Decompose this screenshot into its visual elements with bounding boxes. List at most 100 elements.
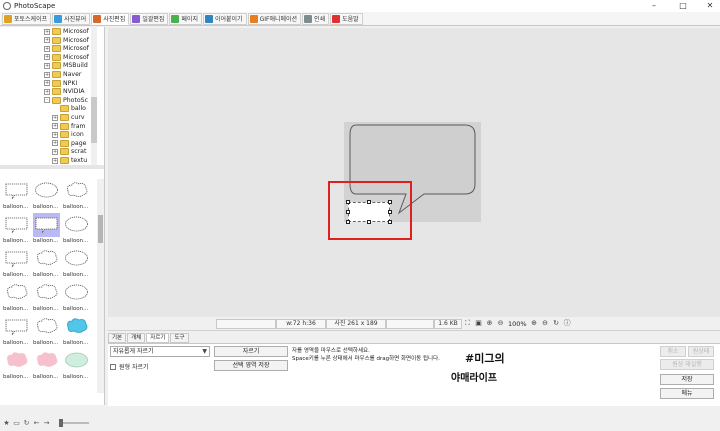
tree-scrollbar-thumb[interactable] (91, 97, 97, 143)
tool-tab[interactable]: 기본 (108, 333, 127, 343)
round-crop-option[interactable]: 원형 자르기 (110, 362, 149, 371)
editing-canvas[interactable] (108, 28, 720, 317)
balloon-shape (5, 183, 28, 200)
tab-6[interactable]: GIF애니메이션 (247, 12, 302, 25)
balloon-thumbnail[interactable]: balloon... (33, 247, 61, 282)
zoom-in-icon[interactable]: ⊕ (530, 319, 539, 328)
balloon-thumbnail[interactable]: balloon... (3, 247, 31, 282)
star-icon[interactable]: ★ (3, 419, 10, 427)
expand-icon[interactable]: + (44, 88, 50, 95)
main-tab-bar: 포토스케이프 사진뷰어 사진편집 일괄편집 페이지 이어붙이기 GIF애니메이션 인쇄 도움말 (0, 12, 720, 26)
balloon-thumbnail[interactable]: balloon... (3, 179, 31, 214)
balloon-thumbnail[interactable]: balloon... (33, 281, 61, 316)
balloon-thumbnail[interactable]: balloon... (63, 349, 91, 384)
tree-scrollbar[interactable] (91, 27, 97, 165)
tree-item[interactable]: + textu (52, 156, 87, 165)
tab-8[interactable]: 도움말 (330, 12, 363, 25)
balloon-thumbnail[interactable]: balloon... (33, 349, 61, 384)
panel-splitter[interactable] (0, 165, 104, 169)
expand-icon[interactable]: + (44, 54, 50, 61)
balloon-thumbnail[interactable]: balloon... (3, 281, 31, 316)
maximize-button[interactable]: □ (673, 0, 693, 12)
thumbnail-label: balloon... (63, 374, 89, 380)
tool-tab[interactable]: 도구 (170, 333, 189, 343)
zoom-out-icon[interactable]: ⊖ (496, 319, 505, 328)
balloon-thumbnail[interactable]: balloon... (63, 315, 91, 350)
tool-tab[interactable]: 자르기 (146, 333, 170, 343)
tab-icon (304, 14, 313, 23)
tab-label: 사진편집 (103, 16, 126, 23)
tab-1[interactable]: 사진뷰어 (52, 12, 91, 25)
balloon-thumbnail[interactable]: balloon... (3, 213, 31, 248)
expand-icon[interactable]: + (44, 37, 50, 44)
expand-icon[interactable]: + (44, 45, 50, 52)
expand-icon[interactable]: + (44, 71, 50, 78)
expand-icon[interactable]: + (44, 62, 50, 69)
balloon-shape (37, 352, 58, 367)
save-selection-button[interactable]: 선택 영역 저장 (214, 360, 288, 371)
undo-button[interactable]: 취소 (660, 346, 686, 357)
forward-arrow-icon[interactable]: → (43, 419, 50, 427)
minimize-button[interactable]: – (644, 0, 664, 12)
crop-mode-select[interactable]: 자유롭게 자르기 ▼ (110, 346, 210, 357)
thumbnail-size-slider[interactable] (59, 419, 89, 427)
tab-0[interactable]: 포토스케이프 (2, 12, 52, 25)
info-icon[interactable]: ⓘ (563, 319, 572, 328)
undo-all-button[interactable]: 원상태 (688, 346, 714, 357)
balloon-thumbnail[interactable]: balloon... (63, 179, 91, 214)
slider-knob[interactable] (59, 419, 63, 427)
tab-icon (204, 14, 213, 23)
balloon-thumbnail[interactable]: balloon... (33, 179, 61, 214)
help-line-1: 자를 영역을 마우스로 선택하세요. (292, 348, 370, 354)
balloon-preview (7, 284, 28, 299)
zoom-out-small-icon[interactable]: ⊖ (541, 319, 550, 328)
expand-icon[interactable]: + (52, 140, 58, 147)
thumbnail-image (63, 281, 90, 305)
expand-icon[interactable]: + (52, 157, 58, 164)
tool-tab[interactable]: 개체 (127, 333, 146, 343)
balloon-preview (65, 284, 88, 300)
balloon-thumbnail[interactable]: balloon... (3, 349, 31, 384)
redo-button[interactable]: 원상 재실행 (660, 359, 714, 370)
back-arrow-icon[interactable]: ← (33, 419, 40, 427)
balloon-thumbnail[interactable]: balloon... (63, 247, 91, 282)
expand-icon[interactable]: + (52, 123, 58, 130)
tab-3[interactable]: 일괄편집 (130, 12, 169, 25)
menu-button[interactable]: 메뉴 (660, 388, 714, 399)
expand-icon[interactable]: + (52, 131, 58, 138)
balloon-preview (37, 352, 58, 367)
collapse-icon[interactable]: - (44, 97, 50, 104)
refresh-icon[interactable]: ↻ (23, 419, 30, 427)
tab-5[interactable]: 이어붙이기 (202, 12, 247, 25)
actual-size-icon[interactable]: ▣ (474, 319, 483, 328)
round-crop-label: 원형 자르기 (119, 364, 149, 371)
tab-2[interactable]: 사진편집 (91, 12, 130, 25)
handwriting-tag: #미그의 (465, 352, 505, 365)
expand-icon[interactable]: + (44, 28, 50, 35)
tab-7[interactable]: 인쇄 (302, 12, 330, 25)
thumbnail-label: balloon... (63, 272, 89, 278)
tab-4[interactable]: 페이지 (169, 12, 202, 25)
crop-button[interactable]: 자르기 (214, 346, 288, 357)
thumbnail-scrollbar-thumb[interactable] (98, 215, 103, 243)
zoom-fit-icon[interactable]: ⊕ (485, 319, 494, 328)
expand-icon[interactable]: + (44, 80, 50, 87)
balloon-thumbnail[interactable]: balloon... (33, 213, 61, 248)
balloon-thumbnail[interactable]: balloon... (63, 281, 91, 316)
balloon-thumbnail[interactable]: balloon... (63, 213, 91, 248)
expand-icon[interactable]: + (52, 114, 58, 121)
fit-screen-icon[interactable]: ⛶ (463, 319, 472, 328)
thumbnail-scrollbar[interactable] (97, 179, 104, 393)
balloon-thumbnail[interactable]: balloon... (33, 315, 61, 350)
round-crop-checkbox[interactable] (110, 363, 116, 370)
thumbnail-label: balloon... (63, 238, 89, 244)
rotate-icon[interactable]: ↻ (552, 319, 561, 328)
photoscape-window: PhotoScape – □ ✕ 포토스케이프 사진뷰어 사진편집 일괄편집 페이지 이어… (0, 0, 720, 427)
thumbnail-image (63, 315, 90, 339)
balloon-thumbnail[interactable]: balloon... (3, 315, 31, 350)
thumbnail-label: balloon... (33, 238, 59, 244)
folder-icon[interactable]: ▭ (13, 419, 20, 427)
save-button[interactable]: 저장 (660, 374, 714, 385)
close-button[interactable]: ✕ (700, 0, 720, 12)
expand-icon[interactable]: + (52, 148, 58, 155)
